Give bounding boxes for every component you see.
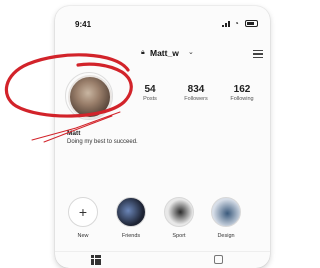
- phone-screen: 9:41 ◔ 🔒︎ Matt_w ⌄ 54 Posts 834 Follower…: [55, 6, 270, 268]
- profile-header: 🔒︎ Matt_w ⌄: [55, 47, 270, 61]
- stat-posts[interactable]: 54 Posts: [130, 84, 170, 102]
- battery-icon: [245, 20, 258, 27]
- followers-count: 834: [187, 84, 205, 95]
- grid-icon[interactable]: [91, 255, 102, 266]
- profile-name: Matt: [67, 130, 81, 137]
- following-label: Following: [230, 96, 254, 102]
- status-icons: ◔: [222, 19, 258, 28]
- stat-following[interactable]: 162 Following: [222, 84, 262, 102]
- followers-label: Followers: [184, 96, 208, 102]
- highlight-design[interactable]: Design: [209, 197, 243, 239]
- highlight-label: Sport: [172, 233, 186, 239]
- wifi-icon: ◔: [234, 19, 239, 28]
- lock-icon: 🔒︎: [141, 49, 145, 56]
- posts-label: Posts: [143, 96, 157, 102]
- profile-bio: Doing my best to succeed.: [67, 139, 138, 145]
- profile-tabbar: [55, 251, 270, 268]
- posts-count: 54: [144, 84, 156, 95]
- highlight-cover: [164, 197, 194, 227]
- stat-followers[interactable]: 834 Followers: [176, 84, 216, 102]
- highlight-cover: [116, 197, 146, 227]
- highlight-label: Design: [217, 233, 235, 239]
- highlight-label: Friends: [121, 233, 141, 239]
- status-time: 9:41: [75, 20, 92, 29]
- username-switcher[interactable]: Matt_w: [150, 48, 179, 58]
- highlight-sport[interactable]: Sport: [162, 197, 196, 239]
- chevron-down-icon[interactable]: ⌄: [188, 48, 194, 56]
- highlight-new[interactable]: + New: [66, 197, 100, 239]
- menu-icon[interactable]: [253, 50, 263, 58]
- add-icon: +: [68, 197, 98, 227]
- signal-icon: [222, 20, 232, 27]
- avatar[interactable]: [68, 75, 112, 119]
- following-count: 162: [233, 84, 251, 95]
- tagged-icon[interactable]: [214, 255, 223, 264]
- highlight-cover: [211, 197, 241, 227]
- highlight-label: New: [77, 233, 89, 239]
- highlight-friends[interactable]: Friends: [114, 197, 148, 239]
